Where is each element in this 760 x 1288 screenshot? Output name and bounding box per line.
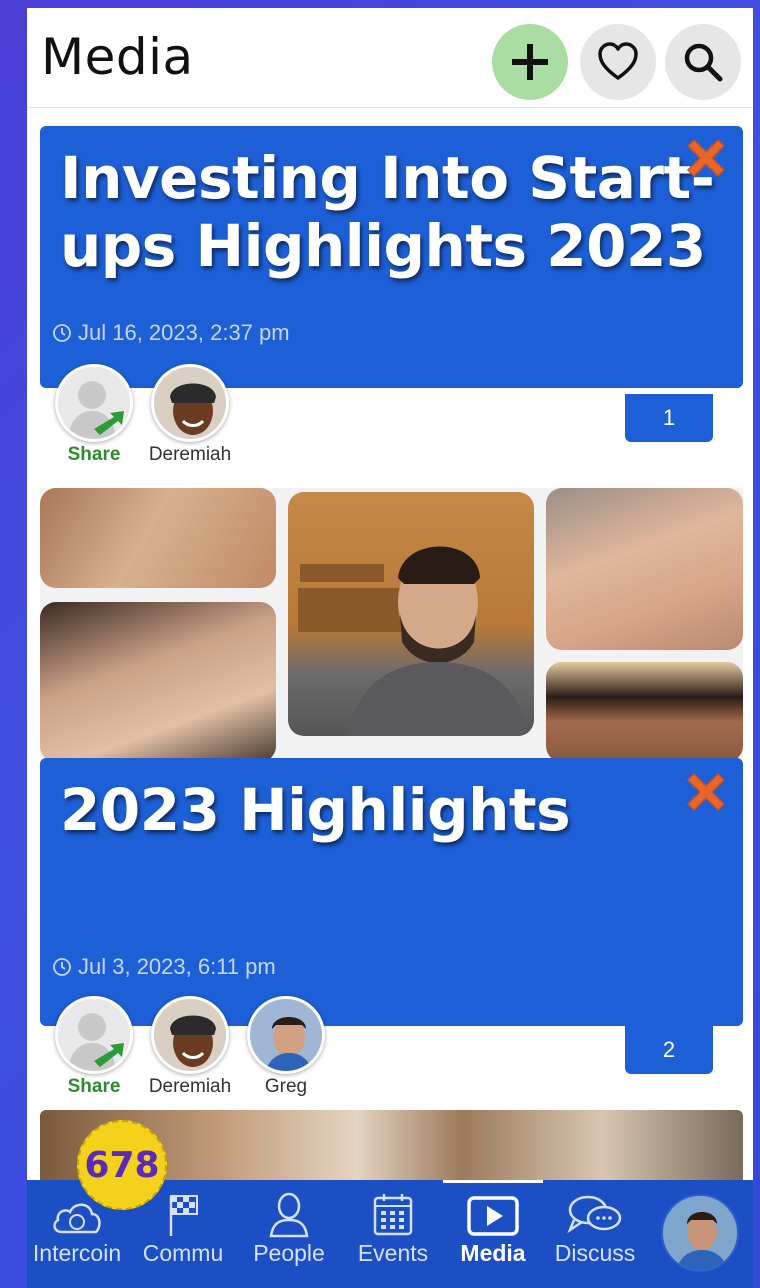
heart-icon: [598, 42, 638, 80]
avatar: [151, 364, 229, 442]
plus-icon: [512, 44, 548, 80]
media-card-title: 2023 Highlights: [60, 776, 571, 844]
share-person[interactable]: Share: [48, 996, 140, 1098]
play-icon: [467, 1196, 519, 1236]
close-icon[interactable]: [680, 132, 732, 184]
calendar-icon: [373, 1194, 413, 1236]
clock-icon: [53, 324, 71, 342]
close-icon[interactable]: [680, 766, 732, 818]
coin-count-badge[interactable]: 678: [77, 1120, 167, 1210]
media-card-date: Jul 3, 2023, 6:11 pm: [52, 954, 276, 980]
nav-media[interactable]: Media: [443, 1180, 543, 1288]
share-person[interactable]: Share: [48, 364, 140, 466]
nav-discuss[interactable]: Discuss: [545, 1180, 645, 1288]
search-button[interactable]: [665, 24, 741, 100]
avatar: [151, 996, 229, 1074]
page-title: Media: [41, 28, 194, 86]
media-card[interactable]: Investing Into Start- ups Highlights 202…: [40, 126, 743, 388]
search-icon: [684, 43, 723, 82]
cloud-coin-icon: [53, 1203, 101, 1234]
media-card[interactable]: 2023 Highlights Jul 3, 2023, 6:11 pm: [40, 758, 743, 1026]
photo-thumbnail: [40, 602, 276, 758]
add-button[interactable]: [492, 24, 568, 100]
person-icon: [269, 1192, 309, 1238]
photo-thumbnail: [546, 662, 743, 758]
profile-avatar[interactable]: [661, 1194, 739, 1272]
person-deremiah[interactable]: Deremiah: [144, 996, 236, 1098]
share-avatar: [55, 364, 133, 442]
chat-icon: [567, 1195, 622, 1234]
people-row: Share Deremiah: [40, 996, 743, 1098]
photo-thumbnail: [288, 492, 534, 736]
person-greg[interactable]: Greg: [240, 996, 332, 1098]
media-card-date: Jul 16, 2023, 2:37 pm: [52, 320, 290, 346]
media-screen: Media Investing Into Start- ups Highligh…: [27, 8, 753, 1288]
clock-icon: [53, 958, 71, 976]
flag-icon: [169, 1195, 198, 1236]
share-avatar: [55, 996, 133, 1074]
favorites-button[interactable]: [580, 24, 656, 100]
person-deremiah[interactable]: Deremiah: [144, 364, 236, 466]
people-row: Share Deremiah: [40, 364, 743, 466]
avatar: [247, 996, 325, 1074]
photo-thumbnail: [40, 488, 276, 588]
media-thumbnail-collage[interactable]: [40, 488, 743, 758]
nav-events[interactable]: Events: [343, 1180, 443, 1288]
top-bar: Media: [27, 8, 753, 108]
media-card-title: Investing Into Start- ups Highlights 202…: [60, 144, 715, 280]
photo-thumbnail: [546, 488, 743, 650]
nav-people[interactable]: People: [239, 1180, 339, 1288]
